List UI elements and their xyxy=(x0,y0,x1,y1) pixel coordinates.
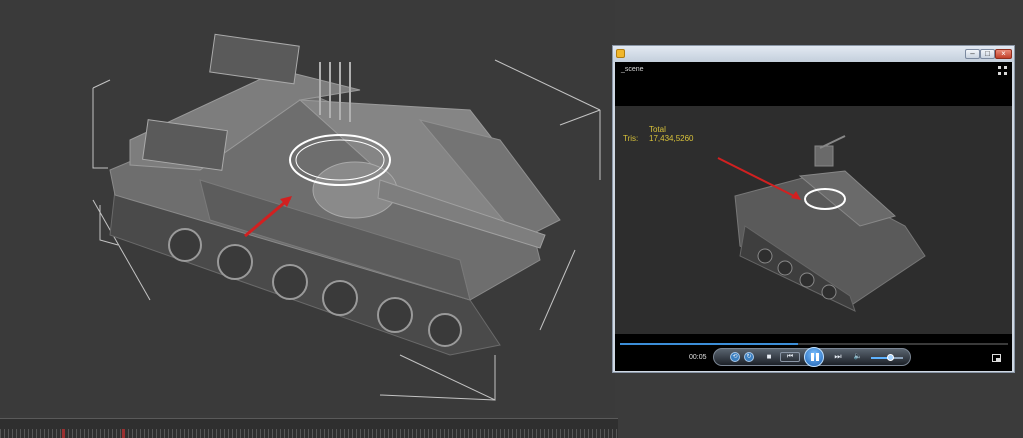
app-icon xyxy=(616,49,625,58)
switch-to-library-icon[interactable] xyxy=(992,354,1001,362)
pause-button[interactable] xyxy=(804,347,824,367)
volume-icon[interactable]: 🔈 xyxy=(852,352,864,362)
media-player-window[interactable]: – □ × _scene Total Tris: 17,434,5260 00:… xyxy=(612,45,1015,373)
volume-level xyxy=(871,357,889,359)
title-bar[interactable]: – □ × xyxy=(613,46,1014,62)
seek-bar[interactable] xyxy=(620,343,1008,345)
playback-controls: ⟲ ↻ ■ ⏮ ⏭ 🔈 xyxy=(713,347,911,367)
minimize-button[interactable]: – xyxy=(965,49,980,59)
elapsed-time: 00:05 xyxy=(689,354,707,361)
volume-knob[interactable] xyxy=(887,354,894,361)
tank-model-render xyxy=(92,33,601,401)
stop-button[interactable]: ■ xyxy=(764,352,774,362)
close-button[interactable]: × xyxy=(995,49,1012,59)
animation-timeline[interactable] xyxy=(0,418,618,438)
previous-button[interactable]: ⏮ xyxy=(780,352,800,362)
scene-name-label: _scene xyxy=(621,66,644,73)
maximize-button[interactable]: □ xyxy=(980,49,995,59)
repeat-icon[interactable]: ↻ xyxy=(744,352,754,362)
tank-preview-render xyxy=(717,135,926,312)
video-area[interactable]: _scene Total Tris: 17,434,5260 00:05 ⟲ ↻… xyxy=(615,62,1012,371)
next-button[interactable]: ⏭ xyxy=(830,352,846,362)
grid-view-icon[interactable] xyxy=(998,66,1007,75)
3d-viewport[interactable] xyxy=(0,0,615,415)
seek-progress xyxy=(620,343,799,345)
shuffle-icon[interactable]: ⟲ xyxy=(730,352,740,362)
